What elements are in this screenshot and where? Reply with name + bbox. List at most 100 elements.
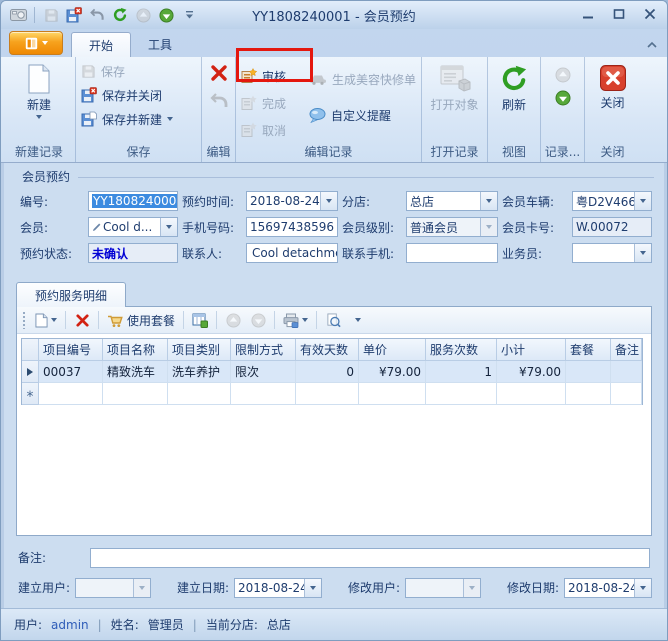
salesman-value [573,244,634,262]
cell[interactable] [103,383,168,405]
move-up-button[interactable] [222,309,244,331]
detail-toolbar: 使用套餐 [17,307,651,334]
cancel-button[interactable]: 取消 [238,118,306,142]
close-button[interactable]: 关闭 [587,59,638,145]
refresh-button[interactable]: 刷新 [490,59,538,145]
record-down-icon[interactable] [156,5,176,25]
cell[interactable]: 精致洗车 [103,361,168,383]
cell[interactable]: ¥79.00 [497,361,566,383]
delete-button[interactable] [204,59,233,87]
column-header[interactable]: 小计 [497,339,566,361]
no-input[interactable]: YY180824000 [88,191,178,211]
cell[interactable] [566,383,611,405]
save-button[interactable]: 保存 [78,59,199,83]
custom-reminder-button[interactable]: 自定义提醒 [306,103,419,127]
app-menu-button[interactable] [9,31,63,55]
dropdown-arrow-icon [486,199,492,203]
delete-row-button[interactable] [71,309,93,331]
created-date-combo[interactable]: 2018-08-24 [234,578,322,598]
move-down-button[interactable] [247,309,269,331]
level-label: 会员级别: [342,219,402,236]
branch-combo[interactable]: 总店 [406,191,498,211]
column-header[interactable]: 有效天数 [296,339,359,361]
contact-phone-input[interactable] [406,243,498,263]
cell[interactable] [566,361,611,383]
group-label: 记录... [541,143,584,160]
time-dropdown-button[interactable] [320,192,337,210]
cell[interactable] [359,383,426,405]
cell[interactable] [497,383,566,405]
member-dropdown-button[interactable] [160,218,177,236]
cell[interactable]: 限次 [231,361,296,383]
column-header[interactable]: 项目类别 [168,339,231,361]
level-combo: 普通会员 [406,217,498,237]
restore-button[interactable] [610,6,628,22]
search-button[interactable] [322,309,344,331]
save-icon[interactable] [41,5,61,25]
generate-beauty-order-button[interactable]: 生成美容快修单 [306,67,419,91]
minimize-button[interactable] [579,6,597,22]
cell[interactable]: 洗车养护 [168,361,231,383]
previous-record-button[interactable] [543,59,582,85]
save-and-new-button[interactable]: 保存并新建 [78,107,199,131]
new-row[interactable]: * [22,383,642,405]
member-combo[interactable]: Cool d... [88,217,178,237]
time-combo[interactable]: 2018-08-24 [246,191,338,211]
print-button[interactable] [280,309,311,331]
toolbar-more-button[interactable] [347,309,369,331]
undo-icon[interactable] [87,5,107,25]
add-row-button[interactable] [32,309,60,331]
column-header[interactable]: 备注 [611,339,642,361]
cell[interactable] [426,383,497,405]
save-and-close-icon[interactable] [64,5,84,25]
table-row[interactable]: 00037 精致洗车 洗车养护 限次 0 ¥79.00 1 ¥79.00 [22,361,642,383]
new-button[interactable]: 新建 [5,59,73,145]
branch-dropdown-button[interactable] [480,192,497,210]
phone-value: 15697438596 [250,220,334,234]
cell[interactable] [231,383,296,405]
cell[interactable]: 1 [426,361,497,383]
use-package-button[interactable]: 使用套餐 [104,309,178,331]
tab-tools[interactable]: 工具 [131,32,189,57]
tab-start[interactable]: 开始 [71,32,131,57]
vehicle-dropdown-button[interactable] [634,192,651,210]
toolbar-options-icon[interactable] [179,5,199,25]
phone-input[interactable]: 15697438596 [246,217,338,237]
modified-date-combo[interactable]: 2018-08-24 [564,578,652,598]
close-window-button[interactable] [641,6,659,22]
next-record-button[interactable] [543,85,582,111]
group-label: 编辑记录 [236,143,421,160]
export-button[interactable] [189,309,211,331]
salesman-dropdown-button[interactable] [634,244,651,262]
cell[interactable] [296,383,359,405]
remark-input[interactable] [90,548,650,568]
refresh-icon[interactable] [110,5,130,25]
contact-input[interactable]: Cool detachment [246,243,338,263]
column-header[interactable]: 限制方式 [231,339,296,361]
column-header[interactable]: 项目名称 [103,339,168,361]
column-header[interactable]: 单价 [359,339,426,361]
complete-button[interactable]: 完成 [238,91,306,115]
modified-date-dropdown-button[interactable] [634,579,651,597]
tab-appointment-service-detail[interactable]: 预约服务明细 [16,282,126,307]
cell[interactable] [168,383,231,405]
cell[interactable]: 00037 [39,361,103,383]
salesman-combo[interactable] [572,243,652,263]
dropdown-arrow-icon [640,251,646,255]
ribbon-collapse-icon[interactable] [647,38,657,52]
cell[interactable] [39,383,103,405]
toolbar-grip[interactable] [22,311,26,329]
column-header[interactable]: 服务次数 [426,339,497,361]
cell[interactable]: ¥79.00 [359,361,426,383]
cell[interactable] [611,361,642,383]
column-header[interactable]: 套餐 [566,339,611,361]
open-object-button[interactable]: 打开对象 [424,59,485,145]
column-header[interactable]: 项目编号 [39,339,103,361]
undo-button[interactable] [204,87,233,115]
cell[interactable]: 0 [296,361,359,383]
record-up-icon[interactable] [133,5,153,25]
cell[interactable] [611,383,642,405]
save-and-close-button[interactable]: 保存并关闭 [78,83,199,107]
created-date-dropdown-button[interactable] [304,579,321,597]
vehicle-combo[interactable]: 粤D2V466 [572,191,652,211]
